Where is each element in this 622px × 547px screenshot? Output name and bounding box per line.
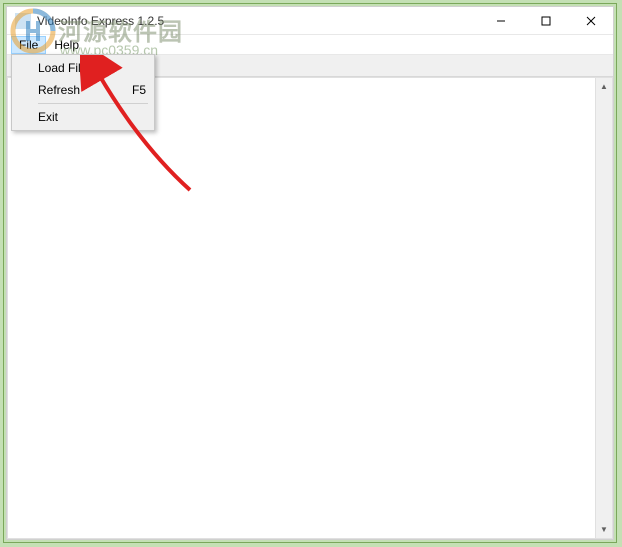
minimize-button[interactable] <box>478 7 523 35</box>
menu-file[interactable]: File <box>11 36 46 54</box>
maximize-button[interactable] <box>523 7 568 35</box>
close-button[interactable] <box>568 7 613 35</box>
menu-item-refresh[interactable]: Refresh F5 <box>14 79 152 101</box>
scroll-down-arrow[interactable]: ▼ <box>596 521 612 538</box>
menu-item-load-file[interactable]: Load File <box>14 57 152 79</box>
menu-item-label: Load File <box>38 61 87 75</box>
menu-item-exit[interactable]: Exit <box>14 106 152 128</box>
scroll-track[interactable] <box>596 95 612 521</box>
window-title: VideoInfo Express 1.2.5 <box>37 14 478 28</box>
menu-item-label: Exit <box>38 110 58 124</box>
menu-item-label: Refresh <box>38 83 80 97</box>
app-icon <box>15 13 31 29</box>
menu-item-shortcut: F5 <box>108 83 146 97</box>
file-dropdown-menu: Load File Refresh F5 Exit <box>11 54 155 131</box>
scroll-up-arrow[interactable]: ▲ <box>596 78 612 95</box>
vertical-scrollbar[interactable]: ▲ ▼ <box>595 78 612 538</box>
menu-separator <box>38 103 148 104</box>
menubar: File Help <box>7 35 613 55</box>
titlebar: VideoInfo Express 1.2.5 <box>7 7 613 35</box>
menu-help[interactable]: Help <box>46 36 87 54</box>
content-area: ▲ ▼ <box>7 77 613 539</box>
